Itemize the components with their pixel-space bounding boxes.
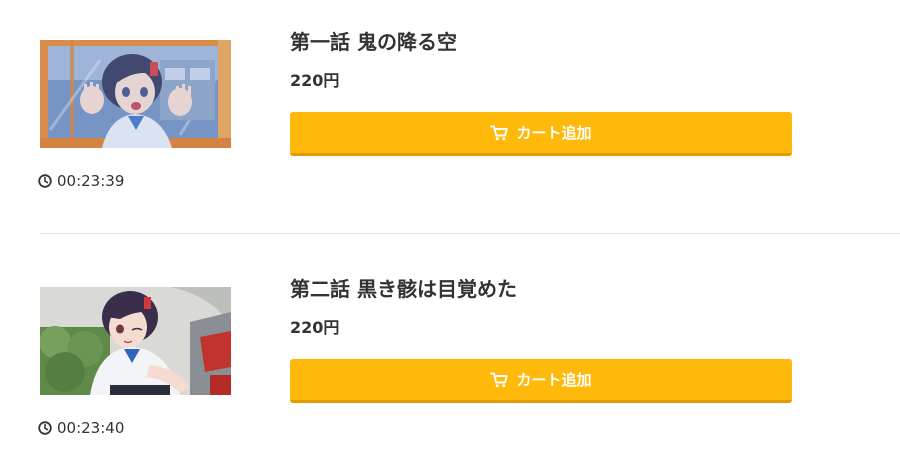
episode-title[interactable]: 第二話 黒き骸は目覚めた <box>290 273 517 302</box>
episode-title[interactable]: 第一話 鬼の降る空 <box>290 26 457 55</box>
episode-thumbnail[interactable] <box>40 287 231 395</box>
episode-price: 220円 <box>290 71 340 90</box>
episode-duration: 00:23:40 <box>38 419 124 437</box>
duration-text: 00:23:40 <box>57 419 125 437</box>
duration-text: 00:23:39 <box>57 172 125 190</box>
clock-icon <box>38 174 52 188</box>
divider <box>40 233 900 234</box>
add-to-cart-button[interactable]: カート追加 <box>290 359 792 403</box>
cart-icon <box>490 372 509 388</box>
episode-duration: 00:23:39 <box>38 172 124 190</box>
episode-item: 00:23:39 第一話 鬼の降る空 220円 カート追加 <box>0 0 900 230</box>
clock-icon <box>38 421 52 435</box>
episode-item: 00:23:40 第二話 黒き骸は目覚めた 220円 カート追加 <box>0 245 900 475</box>
add-to-cart-label: カート追加 <box>516 124 592 142</box>
add-to-cart-button[interactable]: カート追加 <box>290 112 792 156</box>
add-to-cart-label: カート追加 <box>516 371 592 389</box>
episode-price: 220円 <box>290 318 340 337</box>
cart-icon <box>490 125 509 141</box>
episode-thumbnail[interactable] <box>40 40 231 148</box>
